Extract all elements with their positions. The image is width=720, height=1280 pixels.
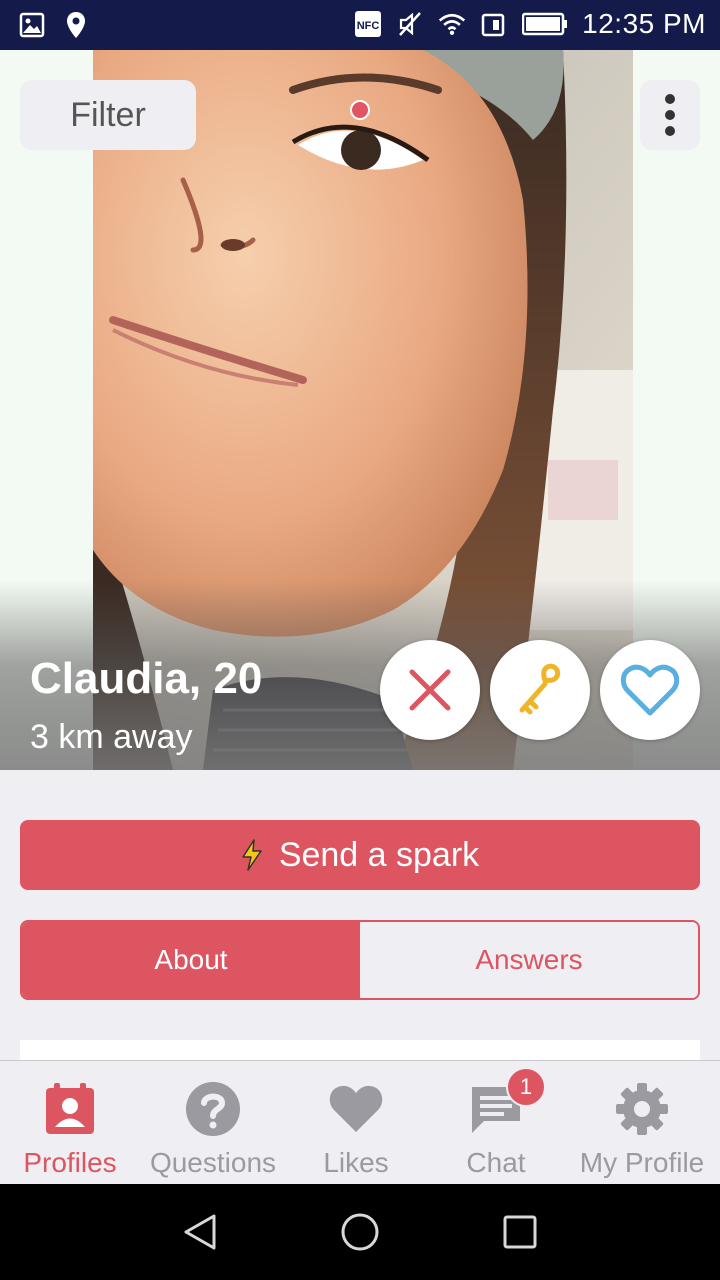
question-icon xyxy=(183,1079,243,1139)
profile-name-age: Claudia, 20 xyxy=(30,654,263,703)
nav-questions[interactable]: Questions xyxy=(143,1061,283,1185)
about-card xyxy=(20,1040,700,1060)
battery-icon xyxy=(522,9,568,39)
like-button[interactable] xyxy=(600,640,700,740)
lightning-icon xyxy=(242,839,262,871)
nav-chat[interactable]: 1 Chat xyxy=(436,1061,556,1185)
photo-indicator-dot xyxy=(350,100,370,120)
heart-outline-icon xyxy=(620,664,680,716)
nav-chat-label: Chat xyxy=(466,1147,526,1178)
image-icon xyxy=(18,10,46,40)
tab-about[interactable]: About xyxy=(22,922,360,998)
profile-tabs: About Answers xyxy=(20,920,700,1000)
home-icon[interactable] xyxy=(340,1212,380,1252)
nav-my-profile-label: My Profile xyxy=(579,1147,705,1178)
filter-button[interactable]: Filter xyxy=(20,80,196,150)
heart-icon xyxy=(326,1079,386,1139)
more-vertical-icon[interactable] xyxy=(640,80,700,150)
nav-likes[interactable]: Likes xyxy=(296,1061,416,1185)
recents-icon[interactable] xyxy=(500,1212,540,1252)
tab-answers[interactable]: Answers xyxy=(360,922,698,998)
location-pin-icon xyxy=(62,10,90,40)
send-spark-button[interactable]: Send a spark xyxy=(20,820,700,890)
system-nav-bar xyxy=(0,1184,720,1280)
chat-icon: 1 xyxy=(466,1067,546,1139)
wifi-icon xyxy=(438,9,466,39)
nav-profiles-label: Profiles xyxy=(23,1147,117,1178)
dislike-button[interactable] xyxy=(380,640,480,740)
key-icon xyxy=(519,663,561,715)
send-spark-label: Send a spark xyxy=(278,835,480,874)
nav-my-profile[interactable]: My Profile xyxy=(572,1061,712,1185)
profile-card-icon xyxy=(40,1079,100,1139)
gear-icon xyxy=(612,1079,672,1139)
clock: 12:35 PM xyxy=(582,8,706,39)
nfc-icon: NFC xyxy=(354,9,382,39)
back-icon[interactable] xyxy=(180,1212,220,1252)
nav-likes-label: Likes xyxy=(323,1147,389,1178)
nav-questions-label: Questions xyxy=(149,1147,277,1178)
muted-icon xyxy=(396,9,424,39)
nav-profiles[interactable]: Profiles xyxy=(10,1061,130,1185)
profile-photo-area[interactable]: Filter Claudia, 20 3 km away xyxy=(0,50,720,770)
bottom-nav: Profiles Questions Likes 1 Chat My Profi… xyxy=(0,1060,720,1184)
close-icon xyxy=(409,669,451,711)
data-icon xyxy=(480,9,508,39)
chat-badge: 1 xyxy=(506,1067,546,1107)
profile-content: Send a spark About Answers xyxy=(0,770,720,1060)
status-bar: NFC 12:35 PM xyxy=(0,0,720,50)
profile-distance: 3 km away xyxy=(30,718,193,756)
svg-text:NFC: NFC xyxy=(357,20,380,32)
key-button[interactable] xyxy=(490,640,590,740)
